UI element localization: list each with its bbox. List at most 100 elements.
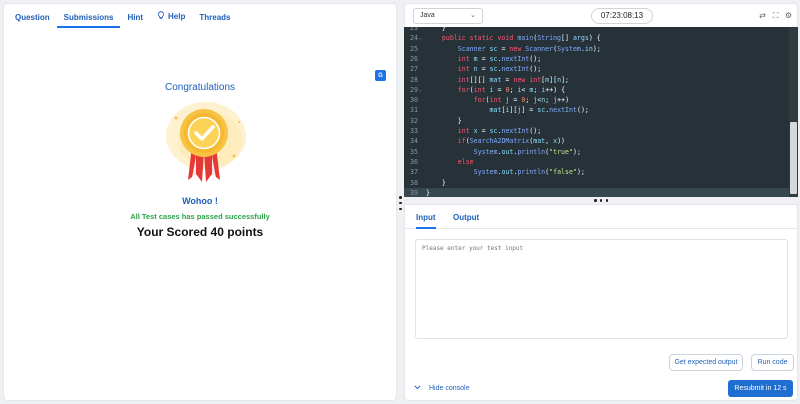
code-token: ++) [557,96,570,105]
problem-tabs: Question Submissions Hint Help Threads [4,4,396,28]
line-number: 31 [410,106,418,115]
code-token: ); [576,168,585,177]
chevron-down-icon: ⌄ [470,12,476,19]
code-token: } [426,178,446,187]
code-line[interactable]: 24 ⌄ public static void main(String[] arg… [404,33,789,43]
code-text: else [426,157,474,167]
code-token: } [426,116,462,125]
code-text: } [426,188,430,197]
horizontal-splitter-handle[interactable] [594,199,608,202]
code-line[interactable]: 27 int n = sc.nextInt(); [404,64,789,74]
code-line[interactable]: 39} [404,187,789,197]
code-line[interactable]: 33 int x = sc.nextInt(); [404,126,789,136]
code-line[interactable]: 36 else [404,157,789,167]
scrollbar-thumb[interactable] [790,122,797,194]
code-token: nextInt [501,127,530,135]
code-token: ]; [561,75,570,84]
code-line[interactable]: 35 System.out.println("true"); [404,147,789,157]
code-text: for(int j = 0; j<n; j++) [426,95,569,105]
console-tabs: Input Output [405,205,797,229]
test-input-field[interactable] [415,239,788,339]
code-token: (); [529,127,542,135]
code-token: sc [489,127,498,135]
tab-output[interactable]: Output [453,213,479,222]
code-token: = [477,54,490,63]
fold-chevron-icon[interactable]: ⌄ [419,33,422,43]
code-token: = [501,75,514,84]
run-code-button[interactable]: Run code [751,354,794,371]
tab-label: Hint [127,13,144,22]
code-line[interactable]: 25 Scanner sc = new Scanner(System.in); [404,44,789,54]
code-token: sc [537,106,546,115]
code-token: ); [572,147,581,156]
code-token: new [509,44,526,53]
code-token: int [426,75,470,84]
code-line[interactable]: 32 } [404,116,789,126]
language-select[interactable]: Java ⌄ [413,8,483,24]
code-token: sc [489,65,498,74]
tab-label: Submissions [63,13,114,22]
code-token: System [426,147,498,156]
code-token: ] = [521,106,538,115]
code-token: println [517,168,546,177]
code-text: int n = sc.nextInt(); [426,64,541,74]
code-token: = [509,96,522,105]
line-number: 32 [410,116,418,125]
code-token: = [477,65,490,74]
fullscreen-icon[interactable]: ⛶ [771,11,780,20]
code-token: System [557,44,581,53]
line-number: 29 [410,85,418,94]
tab-submissions[interactable]: Submissions [56,13,121,28]
code-text: int x = sc.nextInt(); [426,126,541,136]
line-number: 26 [410,54,418,63]
code-token: mat [533,137,546,146]
code-line[interactable]: 38 } [404,178,789,188]
editor-scrollbar[interactable] [789,27,798,197]
tab-question[interactable]: Question [8,13,57,28]
code-editor[interactable]: 23 } 24 ⌄ public static void main(String[]… [404,27,798,197]
congratulations-title: Congratulations [164,82,236,93]
code-line[interactable]: 37 System.out.println("false"); [404,167,789,177]
translate-icon[interactable]: G [375,70,386,81]
code-token: = [493,85,506,94]
code-line[interactable]: 28 int[][] mat = new int[m][n]; [404,75,789,85]
code-text: System.out.println("true"); [426,147,581,157]
tab-hint[interactable]: Hint [120,13,150,28]
lightbulb-icon [157,11,165,22]
code-text: mat[i][j] = sc.nextInt(); [426,105,589,115]
code-line[interactable]: 30 for(int j = 0; j<n; j++) [404,95,789,105]
refresh-icon[interactable]: ⇄ [758,11,767,20]
code-line[interactable]: 29 ⌄ for(int i = 0; i< m; i++) { [404,85,789,95]
line-number: 28 [410,75,418,84]
get-expected-output-button[interactable]: Get expected output [669,354,743,371]
tab-threads[interactable]: Threads [192,13,237,28]
tab-input[interactable]: Input [416,213,436,229]
line-number: 34 [410,137,418,146]
code-token: mat [489,75,502,84]
code-token: main [517,34,534,43]
code-token: SearchA2DMatrix [469,137,530,146]
chevron-down-icon [414,385,421,392]
code-token: (); [529,54,542,63]
code-token: args [572,34,589,43]
code-line[interactable]: 34 if(SearchA2DMatrix(mat, x)) [404,136,789,146]
code-token: "false" [549,168,577,177]
code-text: } [426,116,462,126]
fold-chevron-icon[interactable]: ⌄ [419,85,422,95]
settings-icon[interactable]: ⚙ [784,11,793,20]
hide-console-toggle[interactable]: Hide console [414,385,469,392]
line-number: 36 [410,157,418,166]
resubmit-button[interactable]: Resubmit in 12 s [728,380,793,397]
vertical-splitter-handle[interactable] [399,196,402,210]
code-text: public static void main(String[] args) { [426,33,601,43]
code-line[interactable]: 31 mat[i][j] = sc.nextInt(); [404,105,789,115]
code-token: for [426,96,486,105]
code-token: if [426,137,466,146]
code-token: (); [529,65,542,74]
code-line[interactable]: 26 int m = sc.nextInt(); [404,54,789,64]
code-token: Scanner [525,44,554,53]
tab-help[interactable]: Help [150,11,192,28]
score-text: Your Scored 40 points [136,225,264,239]
tab-label: Threads [199,13,231,22]
code-text: if(SearchA2DMatrix(mat, x)) [426,136,565,146]
